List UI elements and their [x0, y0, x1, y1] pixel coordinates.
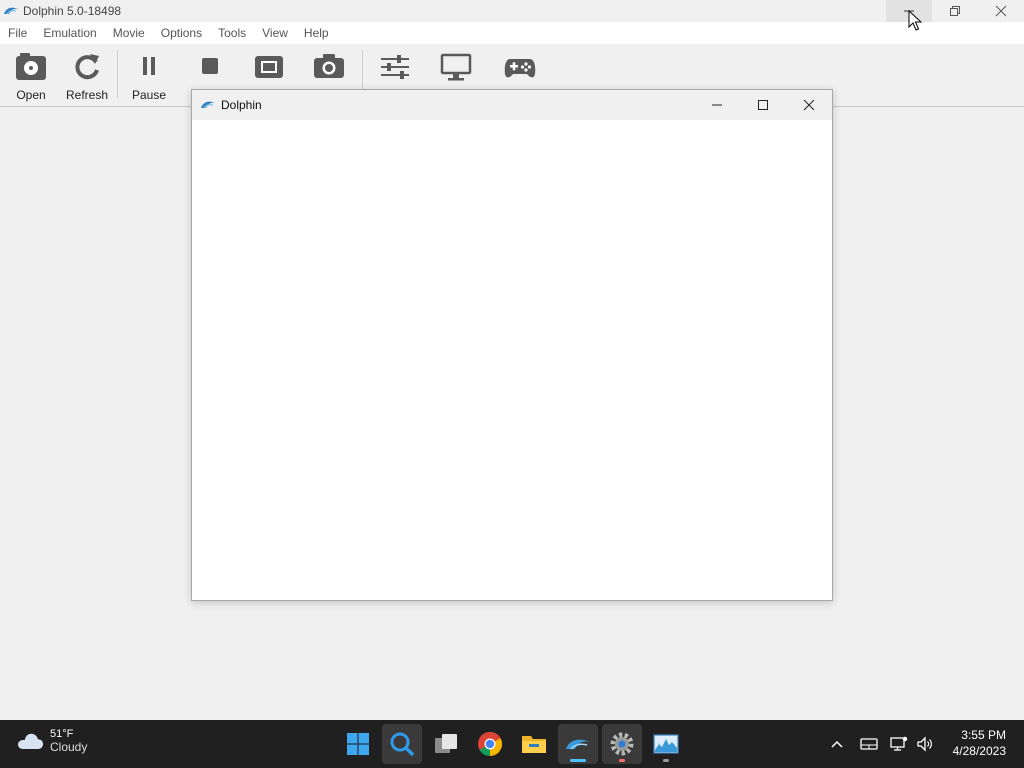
chrome-icon [478, 732, 503, 756]
main-title-bar[interactable]: Dolphin 5.0-18498 [0, 0, 1024, 22]
gear-icon [610, 732, 634, 756]
menu-options[interactable]: Options [153, 26, 210, 40]
dolphin-taskbar-button[interactable] [558, 724, 598, 764]
task-view-icon [435, 734, 457, 753]
app-running-indicator [619, 759, 625, 762]
pause-label: Pause [131, 88, 167, 102]
taskbar: 51°F Cloudy 3:55 PM 4/28/2023 [0, 720, 1024, 768]
weather-widget[interactable]: 51°F Cloudy [16, 728, 87, 754]
volume-tray-button[interactable] [912, 728, 938, 760]
toolbar-separator [117, 50, 118, 98]
fullscreen-icon [255, 56, 283, 78]
refresh-label: Refresh [65, 88, 109, 102]
refresh-button[interactable]: Refresh [58, 50, 116, 104]
dolphin-logo-icon [566, 739, 590, 750]
close-icon [995, 5, 1007, 17]
sliders-icon [381, 55, 409, 79]
render-window-title: Dolphin [221, 98, 262, 112]
render-canvas[interactable] [192, 120, 832, 600]
monitor-icon [440, 53, 472, 81]
render-minimize-button[interactable] [694, 90, 740, 120]
pause-icon [143, 57, 155, 75]
folder-icon [522, 736, 546, 753]
camera-icon [314, 54, 344, 78]
minimize-icon [712, 104, 722, 106]
windows-logo-icon [347, 733, 369, 755]
pause-button[interactable]: Pause [120, 50, 178, 104]
chevron-up-icon [831, 740, 843, 748]
menu-view[interactable]: View [254, 26, 296, 40]
refresh-icon [75, 54, 99, 80]
menu-tools[interactable]: Tools [210, 26, 254, 40]
menu-emulation[interactable]: Emulation [35, 26, 104, 40]
menu-file[interactable]: File [0, 26, 35, 40]
render-maximize-button[interactable] [740, 90, 786, 120]
open-button[interactable]: Open [2, 50, 60, 104]
cloud-icon [18, 733, 43, 749]
taskbar-search-button[interactable] [382, 724, 422, 764]
app-running-indicator [663, 759, 669, 762]
render-close-button[interactable] [786, 90, 832, 120]
weather-temperature: 51°F [50, 728, 74, 740]
menu-help[interactable]: Help [296, 26, 337, 40]
window-title: Dolphin 5.0-18498 [23, 4, 122, 18]
restore-button[interactable] [932, 0, 978, 22]
clock-time: 3:55 PM [961, 728, 1006, 742]
stop-icon [202, 58, 218, 74]
dolphin-logo-icon [4, 7, 18, 15]
keyboard-icon [860, 738, 878, 750]
settings-taskbar-button[interactable] [602, 724, 642, 764]
open-label: Open [16, 88, 46, 102]
disc-icon [16, 53, 46, 80]
file-explorer-button[interactable] [514, 724, 554, 764]
menu-bar: File Emulation Movie Options Tools View … [0, 22, 1024, 44]
touchpad-tray-button[interactable] [856, 728, 882, 760]
show-hidden-icons-button[interactable] [822, 728, 852, 760]
restore-icon [950, 6, 960, 16]
resource-monitor-button[interactable] [646, 724, 686, 764]
render-window[interactable]: Dolphin [191, 89, 833, 601]
taskbar-clock[interactable]: 3:55 PM 4/28/2023 [953, 728, 1006, 758]
close-button[interactable] [978, 0, 1024, 22]
mouse-cursor-icon [908, 10, 922, 31]
menu-movie[interactable]: Movie [105, 26, 153, 40]
weather-condition: Cloudy [50, 740, 88, 754]
active-app-indicator [570, 759, 586, 762]
network-tray-button[interactable] [886, 728, 912, 760]
chrome-taskbar-button[interactable] [470, 724, 510, 764]
network-icon [890, 736, 908, 751]
dolphin-logo-icon [201, 101, 215, 109]
maximize-icon [758, 100, 768, 110]
search-icon [390, 732, 415, 757]
performance-monitor-icon [653, 734, 679, 754]
render-title-bar[interactable]: Dolphin [192, 90, 832, 120]
gamepad-icon [504, 59, 536, 78]
task-view-button[interactable] [426, 724, 466, 764]
clock-date: 4/28/2023 [952, 744, 1006, 758]
start-button[interactable] [338, 724, 378, 764]
close-icon [803, 99, 815, 111]
speaker-icon [917, 736, 932, 752]
